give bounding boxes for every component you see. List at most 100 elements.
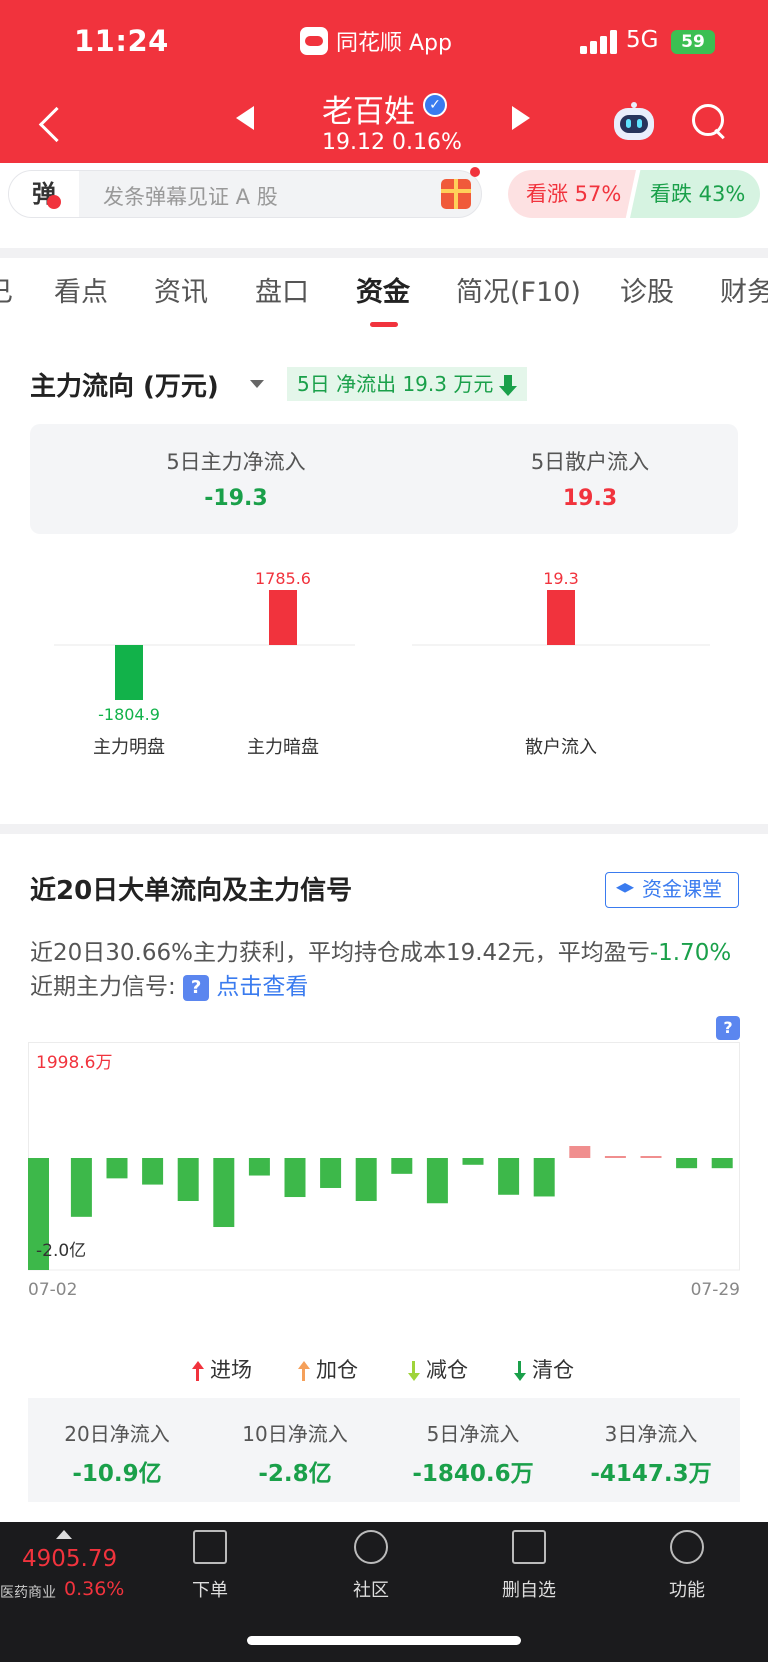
- main-flow-chart: -1804.9 主力明盘 1785.6 主力暗盘 19.3 散户流入: [40, 560, 730, 770]
- status-time: 11:24: [74, 24, 169, 58]
- net20-label: 20日净流入: [64, 1422, 170, 1446]
- legend-enter: 进场: [192, 1354, 252, 1384]
- signal-bar: [284, 1158, 306, 1198]
- index-change: 0.36%: [64, 1578, 125, 1600]
- caret-up-icon[interactable]: [56, 1530, 72, 1539]
- index-value[interactable]: 4905.79: [22, 1546, 117, 1572]
- danmaku-toggle[interactable]: 弹: [9, 171, 79, 217]
- tab-diagnosis[interactable]: 诊股: [620, 270, 674, 309]
- network-type: 5G: [626, 27, 659, 53]
- stock-price: 19.12 0.16%: [322, 130, 462, 155]
- retail-inflow-value: 19.3: [562, 486, 618, 511]
- danmaku-input[interactable]: 弹 发条弹幕见证 A 股: [8, 170, 482, 218]
- stock-header: 11:24 同花顺 App 5G 59 老百姓 ✓ 19.12 0.16%: [0, 0, 768, 163]
- battery-icon: 59: [671, 30, 715, 54]
- nav-order[interactable]: 下单: [165, 1530, 255, 1602]
- data-label: -1804.9: [98, 705, 160, 724]
- check-icon: [47, 195, 61, 209]
- category-label: 主力暗盘: [247, 737, 319, 758]
- signal-bar: [320, 1158, 342, 1188]
- help-icon[interactable]: ?: [183, 974, 210, 1001]
- tab-news[interactable]: 资讯: [154, 270, 208, 309]
- bar: [115, 645, 143, 700]
- tab-capital[interactable]: 资金: [356, 270, 410, 309]
- category-label: 主力明盘: [93, 737, 165, 758]
- bullish-vote-button[interactable]: 看涨 57%: [508, 170, 636, 218]
- net5-label: 5日净流入: [426, 1422, 520, 1446]
- net10-value: -2.8亿: [258, 1461, 332, 1487]
- chart-help-icon[interactable]: ?: [716, 1016, 740, 1040]
- signal-bar: [426, 1158, 448, 1204]
- app-indicator: 同花顺 App: [300, 25, 452, 57]
- signal-bar: [711, 1158, 733, 1169]
- x-end-label: 07-29: [691, 1280, 740, 1300]
- signal-bar: [142, 1158, 164, 1185]
- index-name: 医药商业: [0, 1585, 56, 1601]
- notification-dot: [470, 167, 480, 177]
- main-inflow-label: 5日主力净流入: [166, 450, 306, 474]
- bar: [269, 590, 297, 645]
- nav-functions[interactable]: 功能: [642, 1530, 732, 1602]
- net3-label: 3日净流入: [604, 1422, 698, 1446]
- tab-bar: 已 看点 资讯 盘口 资金 简况(F10) 诊股 财务: [0, 270, 768, 330]
- tab-profile[interactable]: 简况(F10): [456, 270, 581, 309]
- section20-title: 近20日大单流向及主力信号: [30, 876, 353, 906]
- net10-label: 10日净流入: [242, 1422, 348, 1446]
- search-icon[interactable]: [692, 104, 728, 140]
- section20-description: 近20日30.66%主力获利，平均持仓成本19.42元，平均盈亏-1.70% 近…: [30, 940, 732, 1001]
- signal-bar: [106, 1158, 128, 1179]
- signal-bar: [533, 1158, 555, 1197]
- verified-icon: ✓: [423, 93, 447, 117]
- gift-icon[interactable]: [441, 179, 471, 209]
- home-indicator[interactable]: [247, 1636, 521, 1645]
- prev-stock-button[interactable]: [236, 106, 254, 130]
- danmaku-placeholder: 发条弹幕见证 A 股: [103, 185, 278, 209]
- nav-remove-watchlist[interactable]: 删自选: [484, 1530, 574, 1602]
- signal-icon: [580, 30, 618, 54]
- star-badge-icon: [354, 1530, 388, 1564]
- signal-bar: [177, 1158, 199, 1201]
- signal-bar: [569, 1146, 591, 1158]
- chevron-down-icon[interactable]: [250, 380, 264, 388]
- bearish-vote-button[interactable]: 看跌 43%: [630, 170, 760, 218]
- net20-value: -10.9亿: [72, 1461, 162, 1487]
- data-label: 19.3: [543, 569, 579, 588]
- view-signal-link[interactable]: 点击查看: [216, 974, 308, 1000]
- back-button[interactable]: [30, 100, 70, 148]
- main-flow-title[interactable]: 主力流向 (万元): [30, 366, 219, 403]
- tab-partial[interactable]: 已: [0, 270, 13, 309]
- section-divider: [0, 248, 768, 258]
- menu-circle-icon: [670, 1530, 704, 1564]
- graduation-cap-icon: [616, 883, 634, 893]
- minus-box-icon: [512, 1530, 546, 1564]
- legend-reduce: 减仓: [408, 1354, 468, 1384]
- signal-bar: [604, 1156, 626, 1158]
- capital-course-button[interactable]: 资金课堂: [605, 872, 739, 908]
- signal-svg: 1998.6万 -2.0亿 07-02 07-29: [28, 1042, 740, 1300]
- category-label: 散户流入: [525, 737, 597, 758]
- active-tab-indicator: [370, 322, 398, 327]
- bottom-toolbar: 4905.79 医药商业 0.36% 下单 社区 删自选 功能: [0, 1522, 768, 1662]
- net3-value: -4147.3万: [590, 1461, 712, 1487]
- up-arrow-icon: [192, 1361, 204, 1381]
- retail-inflow-label: 5日散户流入: [530, 450, 650, 474]
- signal-bar: [676, 1158, 698, 1169]
- next-stock-button[interactable]: [512, 106, 530, 130]
- tab-finance[interactable]: 财务: [720, 270, 768, 309]
- nav-community[interactable]: 社区: [326, 1530, 416, 1602]
- bar: [547, 590, 575, 645]
- data-label: 1785.6: [255, 569, 311, 588]
- signal-bar: [355, 1158, 377, 1201]
- section-divider: [0, 824, 768, 834]
- app-name: 同花顺 App: [336, 31, 452, 56]
- down-arrow-icon: [499, 374, 518, 397]
- robot-assistant-icon[interactable]: [612, 102, 656, 142]
- avg-pnl: -1.70%: [649, 940, 732, 966]
- legend-clear: 清仓: [514, 1354, 574, 1384]
- tab-orderbook[interactable]: 盘口: [255, 270, 309, 309]
- tab-highlights[interactable]: 看点: [54, 270, 108, 309]
- down-arrow-icon: [514, 1361, 526, 1381]
- plot-frame: [28, 1042, 740, 1271]
- signal-bar: [391, 1158, 413, 1174]
- min-label: -2.0亿: [36, 1241, 86, 1261]
